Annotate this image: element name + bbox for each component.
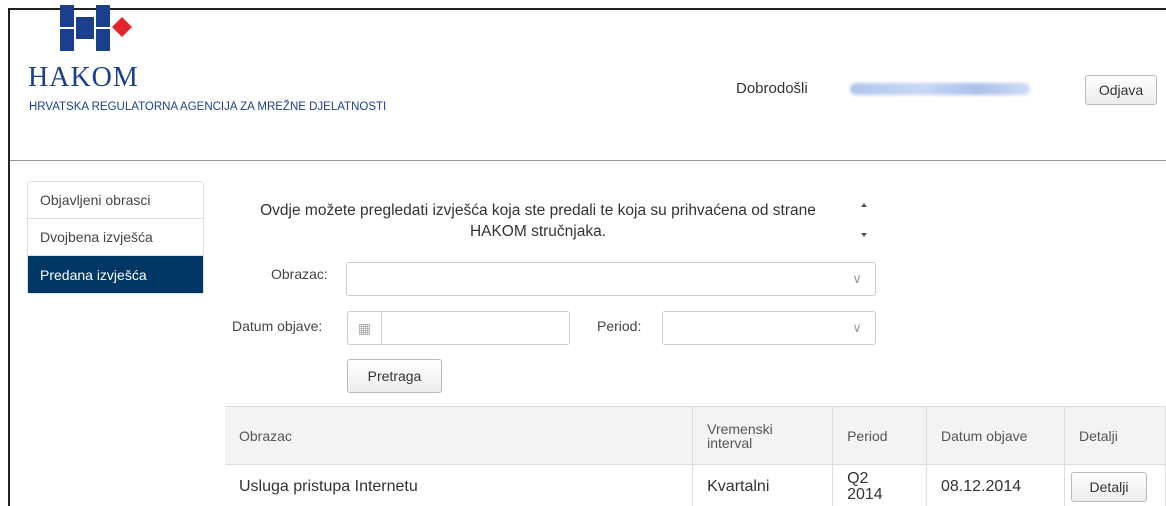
date-label: Datum objave:	[232, 318, 323, 334]
cell-date: 08.12.2014	[926, 464, 1065, 506]
user-email-link[interactable]	[850, 83, 1030, 95]
chevron-down-icon[interactable]: ∨	[839, 263, 875, 295]
search-button[interactable]: Pretraga	[347, 359, 442, 393]
header-divider	[10, 160, 1166, 161]
form-select[interactable]: ∨	[346, 262, 876, 296]
calendar-icon[interactable]: ▦	[348, 312, 382, 344]
column-header-date[interactable]: Datum objave	[926, 406, 1065, 465]
intro-scrollbar[interactable]	[858, 195, 872, 245]
scroll-up-icon[interactable]	[861, 203, 867, 207]
form-label: Obrazac:	[271, 266, 328, 282]
details-button[interactable]: Detalji	[1070, 471, 1147, 502]
chevron-down-icon[interactable]: ∨	[839, 312, 875, 344]
date-input[interactable]: ▦	[347, 311, 570, 345]
period-select[interactable]: ∨	[662, 311, 876, 345]
logo-subtitle: HRVATSKA REGULATORNA AGENCIJA ZA MREŽNE …	[29, 101, 387, 113]
logout-button[interactable]: Odjava	[1085, 75, 1157, 105]
hakom-logo-icon	[60, 5, 132, 51]
intro-panel: Ovdje možete pregledati izvješća koja st…	[232, 194, 872, 244]
sidebar-item-submitted-reports[interactable]: Predana izvješća	[28, 256, 203, 293]
cell-details: Detalji	[1064, 464, 1166, 506]
cell-period: Q2 2014	[832, 464, 928, 506]
table-header-row: Obrazac Vremenski interval Period Datum …	[225, 406, 1166, 465]
column-header-interval[interactable]: Vremenski interval	[692, 406, 834, 465]
period-label: Period:	[597, 318, 642, 334]
sidebar-item-published-forms[interactable]: Objavljeni obrasci	[28, 182, 203, 219]
cell-form: Usluga pristupa Internetu	[225, 464, 694, 506]
column-header-details: Detalji	[1064, 406, 1166, 465]
intro-text: Ovdje možete pregledati izvješća koja st…	[260, 202, 816, 240]
reports-table: Obrazac Vremenski interval Period Datum …	[225, 406, 1166, 506]
column-header-interval-label: Vremenski interval	[707, 420, 773, 451]
column-header-form[interactable]: Obrazac	[225, 406, 694, 465]
logo-text: HAKOM	[28, 62, 139, 93]
welcome-text: Dobrodošli	[736, 80, 808, 97]
sidebar-nav: Objavljeni obrasci Dvojbena izvješća Pre…	[27, 181, 204, 294]
sidebar-item-disputed-reports[interactable]: Dvojbena izvješća	[28, 219, 203, 256]
column-header-period[interactable]: Period	[832, 406, 928, 465]
cell-period-value: Q2 2014	[847, 469, 883, 503]
table-row: Usluga pristupa Internetu Kvartalni Q2 2…	[225, 464, 1166, 506]
scroll-down-icon[interactable]	[861, 233, 867, 237]
cell-interval: Kvartalni	[692, 464, 834, 506]
